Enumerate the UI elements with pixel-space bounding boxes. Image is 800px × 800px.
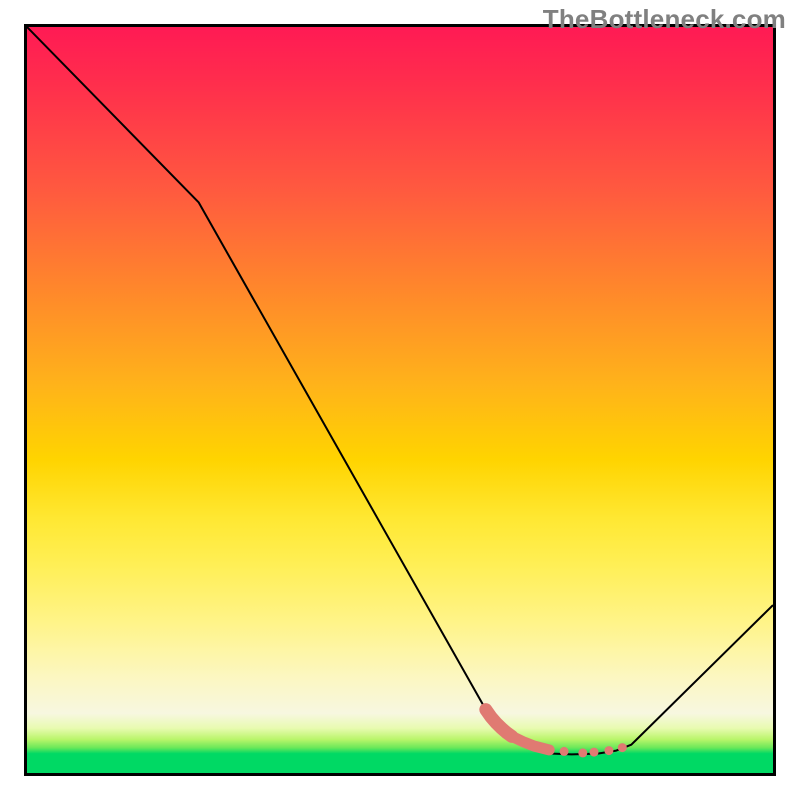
watermark-text: TheBottleneck.com: [543, 4, 786, 35]
valley-floor-segment: [512, 736, 549, 750]
valley-dots: [486, 710, 627, 758]
valley-dot: [560, 747, 569, 756]
valley-dot: [590, 748, 599, 757]
valley-thick-segment: [486, 710, 512, 737]
curve-line: [27, 27, 773, 754]
curve-path: [27, 27, 773, 754]
chart-svg: [27, 27, 773, 773]
plot-area: [24, 24, 776, 776]
figure-frame: TheBottleneck.com: [0, 0, 800, 800]
valley-dot: [618, 743, 627, 752]
valley-dot: [604, 746, 613, 755]
valley-dot: [578, 748, 587, 757]
